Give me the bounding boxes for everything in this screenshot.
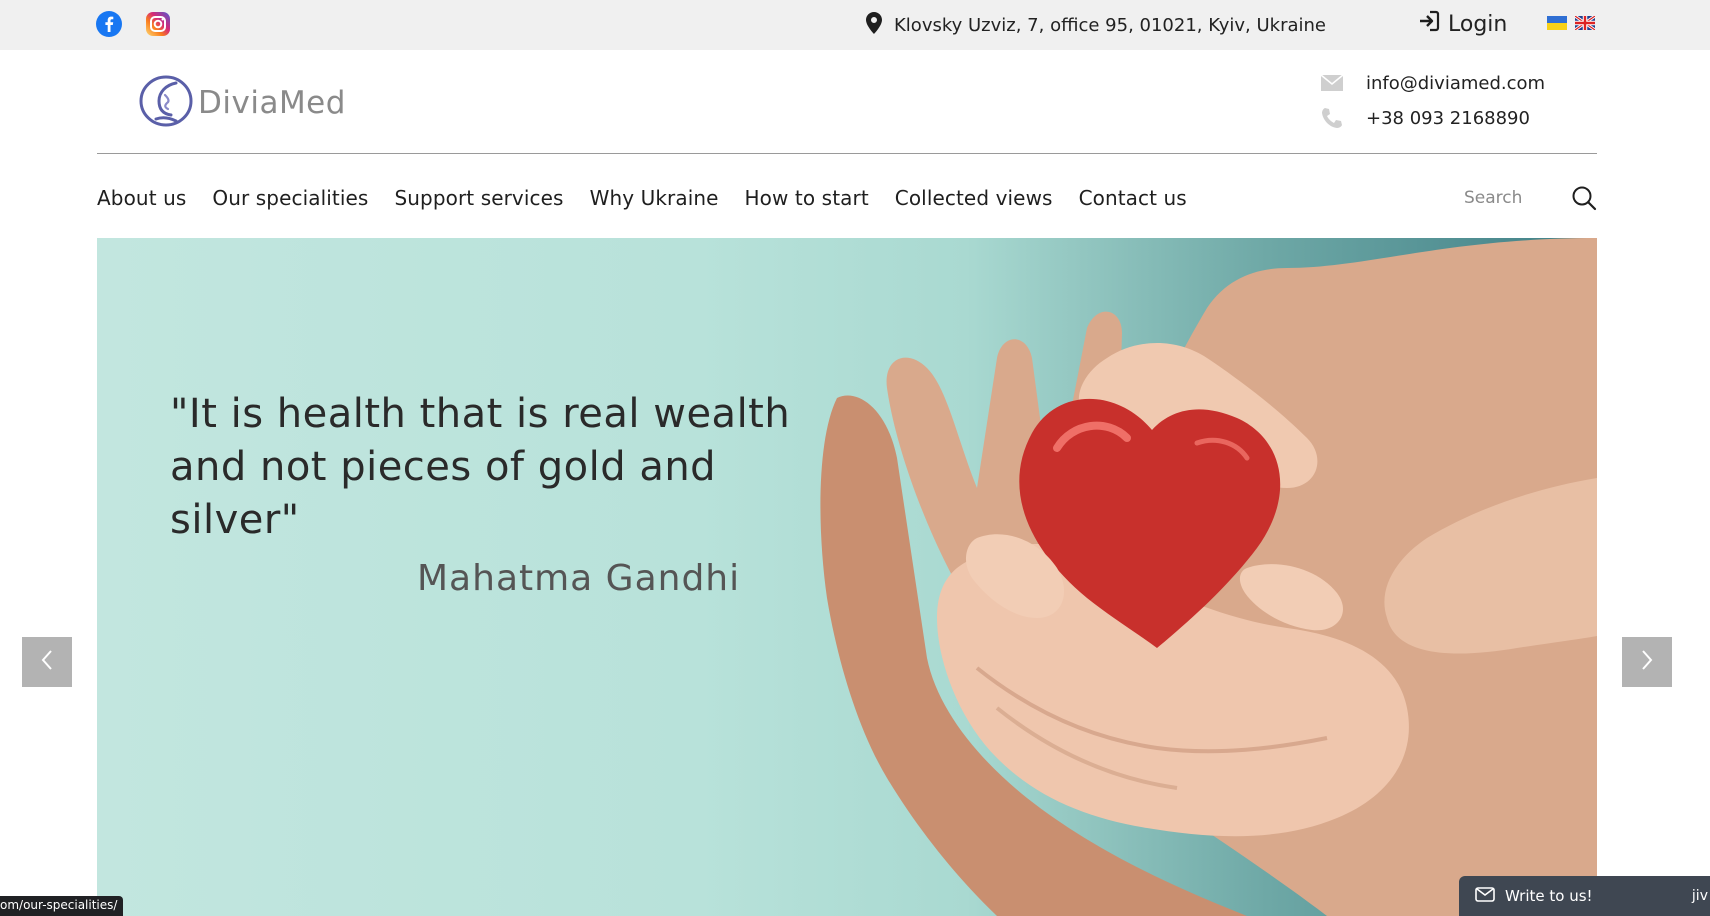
nav-item-how-to-start[interactable]: How to start xyxy=(745,186,869,210)
main-nav: About us Our specialities Support servic… xyxy=(97,180,1187,216)
nav-item-why-ukraine[interactable]: Why Ukraine xyxy=(590,186,719,210)
top-bar: Klovsky Uzviz, 7, office 95, 01021, Kyiv… xyxy=(0,0,1710,50)
phone-contact[interactable]: +38 093 2168890 xyxy=(1320,105,1530,131)
phone-text: +38 093 2168890 xyxy=(1366,107,1530,129)
logo[interactable]: DiviaMed xyxy=(138,75,346,131)
slider-prev-button[interactable] xyxy=(22,637,72,687)
nav-item-support-services[interactable]: Support services xyxy=(394,186,563,210)
nav-item-collected-views[interactable]: Collected views xyxy=(895,186,1053,210)
email-text: info@diviamed.com xyxy=(1366,72,1546,94)
address: Klovsky Uzviz, 7, office 95, 01021, Kyiv… xyxy=(866,11,1326,39)
chat-widget[interactable]: Write to us! jiv xyxy=(1459,876,1710,916)
login-icon xyxy=(1418,10,1440,38)
slider-next-button[interactable] xyxy=(1622,637,1672,687)
email-contact[interactable]: info@diviamed.com xyxy=(1320,70,1545,96)
chat-brand: jiv xyxy=(1691,888,1708,904)
logo-emblem-icon xyxy=(138,73,194,133)
address-text: Klovsky Uzviz, 7, office 95, 01021, Kyiv… xyxy=(894,14,1326,36)
facebook-icon[interactable] xyxy=(95,10,123,38)
ukraine-flag-icon[interactable] xyxy=(1547,15,1567,30)
search-box xyxy=(1464,180,1600,216)
envelope-icon xyxy=(1475,886,1495,906)
search-input[interactable] xyxy=(1464,188,1560,208)
instagram-icon[interactable] xyxy=(144,10,172,38)
map-pin-icon xyxy=(866,11,882,39)
hero-slide: "It is health that is real wealth and no… xyxy=(97,238,1597,916)
nav-item-contact-us[interactable]: Contact us xyxy=(1079,186,1187,210)
chat-label: Write to us! xyxy=(1505,887,1593,905)
hero-quote: "It is health that is real wealth and no… xyxy=(170,391,791,543)
logo-text: DiviaMed xyxy=(198,85,346,121)
search-icon[interactable] xyxy=(1568,182,1600,214)
hands-with-heart-image xyxy=(820,238,1597,916)
nav-item-about-us[interactable]: About us xyxy=(97,186,186,210)
login-button[interactable]: Login xyxy=(1418,9,1507,39)
nav-item-our-specialities[interactable]: Our specialities xyxy=(212,186,368,210)
hero-quote-author: Mahatma Gandhi xyxy=(417,558,741,599)
chevron-left-icon xyxy=(40,649,54,675)
envelope-icon xyxy=(1320,71,1344,95)
chevron-right-icon xyxy=(1640,649,1654,675)
uk-flag-icon[interactable] xyxy=(1574,14,1596,32)
link-preview-status-bar: om/our-specialities/ xyxy=(0,896,124,916)
header-divider xyxy=(97,153,1597,154)
phone-icon xyxy=(1320,106,1344,130)
login-label: Login xyxy=(1448,11,1508,37)
